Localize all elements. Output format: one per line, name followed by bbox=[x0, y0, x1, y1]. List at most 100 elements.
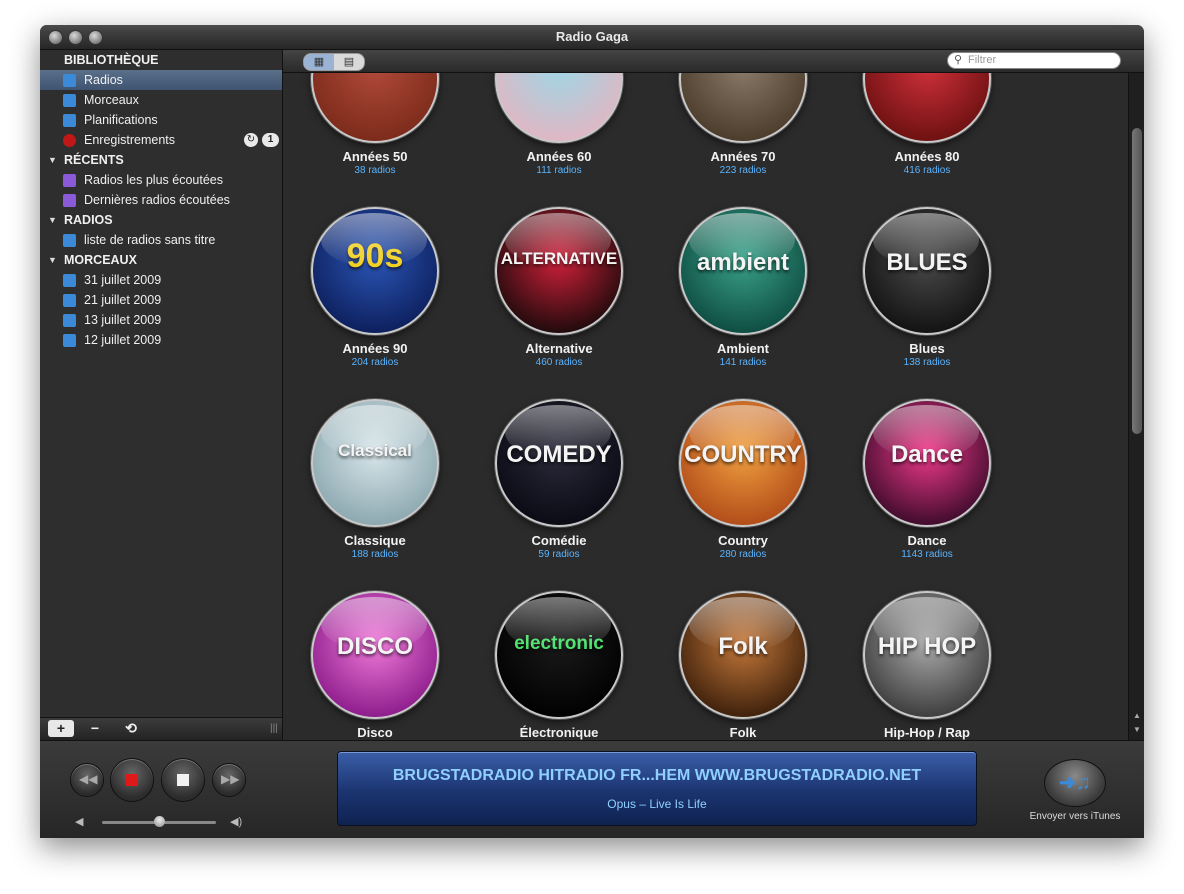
genre-artwork[interactable] bbox=[495, 73, 623, 143]
scroll-up-arrow[interactable]: ▲ bbox=[1133, 711, 1141, 720]
vertical-scrollbar[interactable]: ▲ ▼ bbox=[1128, 73, 1144, 740]
disclosure-triangle-icon[interactable]: ▼ bbox=[48, 210, 57, 230]
genre-tile[interactable]: DanceDance1143 radios bbox=[847, 399, 1007, 560]
genre-artwork[interactable]: Classical bbox=[311, 399, 439, 527]
genre-name: Classique bbox=[344, 533, 406, 548]
genre-tile[interactable]: Classical Classique188 radios bbox=[295, 399, 455, 560]
content-toolbar: ▦ ▤ ⚲ Filtrer bbox=[283, 50, 1144, 73]
genre-artwork[interactable]: Dance bbox=[863, 399, 991, 527]
genre-station-count: 141 radios bbox=[719, 357, 767, 368]
genre-tile[interactable]: Années 60 111 radios bbox=[479, 73, 639, 176]
sidebar-item[interactable]: 21 juillet 2009 bbox=[40, 290, 282, 310]
fast-forward-icon: ▶▶ bbox=[221, 772, 240, 786]
sidebar-item[interactable]: Enregistrements ↻ 1 bbox=[40, 130, 282, 150]
genre-tile[interactable]: COUNTRY Country280 radios bbox=[663, 399, 823, 560]
stop-button[interactable] bbox=[161, 758, 205, 802]
sidebar-item-label: liste de radios sans titre bbox=[84, 233, 216, 247]
gloss-highlight bbox=[321, 405, 427, 459]
genre-name: Alternative bbox=[525, 341, 593, 356]
genre-artwork[interactable]: HIP HOP bbox=[863, 591, 991, 719]
sidebar-section-recents[interactable]: ▼ RÉCENTS bbox=[40, 150, 282, 170]
gloss-highlight bbox=[689, 405, 795, 459]
sidebar-item-label: Radios les plus écoutées bbox=[84, 173, 223, 187]
genre-tile[interactable]: Années 50 38 radios bbox=[295, 73, 455, 176]
resize-grip-icon[interactable]: ||| bbox=[270, 723, 278, 734]
sidebar-item[interactable]: Planifications bbox=[40, 110, 282, 130]
genre-name: Années 70 bbox=[710, 149, 776, 164]
genre-tile[interactable]: ambient Ambient141 radios bbox=[663, 207, 823, 368]
sidebar-item-label: Radios bbox=[84, 73, 123, 87]
volume-knob[interactable] bbox=[153, 816, 165, 827]
repeat-button[interactable]: ⟲ bbox=[118, 720, 144, 737]
song-list-icon bbox=[63, 274, 76, 287]
genre-tile[interactable]: ALTERNATIVE Alternative460 radios bbox=[479, 207, 639, 368]
sidebar-item[interactable]: Radios les plus écoutées bbox=[40, 170, 282, 190]
previous-button[interactable]: ◀◀ bbox=[70, 763, 104, 797]
sidebar-item[interactable]: Radios bbox=[40, 70, 282, 90]
sidebar-item[interactable]: Dernières radios écoutées bbox=[40, 190, 282, 210]
genre-artwork[interactable]: Folk bbox=[679, 591, 807, 719]
track-title: Opus – Live Is Life bbox=[607, 797, 707, 811]
genre-station-count: 416 radios bbox=[903, 165, 951, 176]
gloss-highlight bbox=[873, 73, 979, 75]
genre-tile[interactable]: COMEDY Comédie59 radios bbox=[479, 399, 639, 560]
grid-view-icon[interactable]: ▦ bbox=[304, 54, 334, 70]
genre-artwork[interactable]: electronic bbox=[495, 591, 623, 719]
sidebar-item-label: Dernières radios écoutées bbox=[84, 193, 230, 207]
genre-name: Comédie bbox=[531, 533, 587, 548]
smart-playlist-icon bbox=[63, 174, 76, 187]
genre-artwork[interactable] bbox=[311, 73, 439, 143]
sidebar-item[interactable]: 12 juillet 2009 bbox=[40, 330, 282, 350]
sidebar-section-radios[interactable]: ▼ RADIOS bbox=[40, 210, 282, 230]
count-badge: 1 bbox=[262, 133, 279, 147]
section-header-label: RADIOS bbox=[64, 213, 113, 227]
filter-placeholder: Filtrer bbox=[968, 54, 997, 66]
sidebar-section-morceaux[interactable]: ▼ MORCEAUX bbox=[40, 250, 282, 270]
list-view-icon[interactable]: ▤ bbox=[334, 54, 364, 70]
genre-artwork[interactable]: BLUES bbox=[863, 207, 991, 335]
genre-artwork[interactable]: DISCO bbox=[311, 591, 439, 719]
disclosure-triangle-icon[interactable]: ▼ bbox=[48, 250, 57, 270]
filter-field[interactable]: ⚲ Filtrer bbox=[947, 52, 1121, 69]
genre-tile[interactable]: electronicÉlectronique305 radios bbox=[479, 591, 639, 740]
record-button[interactable] bbox=[110, 758, 154, 802]
genre-tile[interactable]: HIP HOPHip-Hop / Rap97 radios bbox=[847, 591, 1007, 740]
genre-tile[interactable]: 90s Années 90204 radios bbox=[295, 207, 455, 368]
disclosure-triangle-icon[interactable]: ▼ bbox=[48, 150, 57, 170]
genre-tile[interactable]: Années 70 223 radios bbox=[663, 73, 823, 176]
genre-artwork[interactable] bbox=[679, 73, 807, 143]
next-button[interactable]: ▶▶ bbox=[212, 763, 246, 797]
volume-slider[interactable] bbox=[102, 816, 216, 827]
add-playlist-button[interactable]: + bbox=[48, 720, 74, 737]
view-mode-toggle[interactable]: ▦ ▤ bbox=[303, 53, 365, 71]
genre-artwork[interactable]: COMEDY bbox=[495, 399, 623, 527]
player-bar: ◀◀ ▶▶ ◀ ◀) BRUGSTADRADIO HITRADIO FR...H… bbox=[40, 740, 1144, 838]
genre-artwork[interactable]: COUNTRY bbox=[679, 399, 807, 527]
sidebar-item[interactable]: 31 juillet 2009 bbox=[40, 270, 282, 290]
genre-artwork[interactable]: 90s bbox=[311, 207, 439, 335]
record-icon bbox=[63, 134, 76, 147]
genre-artwork[interactable] bbox=[863, 73, 991, 143]
genre-name: Blues bbox=[909, 341, 945, 356]
sidebar-item[interactable]: liste de radios sans titre bbox=[40, 230, 282, 250]
sidebar: BIBLIOTHÈQUE Radios Morceaux Planifications… bbox=[40, 50, 283, 717]
scrollbar-thumb[interactable] bbox=[1132, 128, 1142, 434]
scroll-down-arrow[interactable]: ▼ bbox=[1133, 725, 1141, 734]
section-header-label: RÉCENTS bbox=[64, 153, 124, 167]
sidebar-item[interactable]: 13 juillet 2009 bbox=[40, 310, 282, 330]
remove-playlist-button[interactable]: − bbox=[82, 720, 108, 737]
record-stop-icon bbox=[126, 774, 138, 786]
genre-tile[interactable]: BLUES Blues138 radios bbox=[847, 207, 1007, 368]
genre-artwork[interactable]: ALTERNATIVE bbox=[495, 207, 623, 335]
genre-tile[interactable]: FolkFolk281 radios bbox=[663, 591, 823, 740]
genre-artwork[interactable]: ambient bbox=[679, 207, 807, 335]
genre-tile[interactable]: Années 80 416 radios bbox=[847, 73, 1007, 176]
send-to-itunes-button[interactable]: ➜♫ bbox=[1044, 759, 1106, 807]
genre-tile[interactable]: DISCODisco196 radios bbox=[295, 591, 455, 740]
music-note-icon bbox=[63, 94, 76, 107]
sidebar-item[interactable]: Morceaux bbox=[40, 90, 282, 110]
genre-grid: Années 50 38 radios Années 60 111 radios Ann… bbox=[283, 73, 1128, 740]
sync-icon: ↻ bbox=[244, 133, 258, 147]
gloss-highlight bbox=[689, 597, 795, 651]
send-itunes-icon: ➜♫ bbox=[1059, 772, 1091, 794]
